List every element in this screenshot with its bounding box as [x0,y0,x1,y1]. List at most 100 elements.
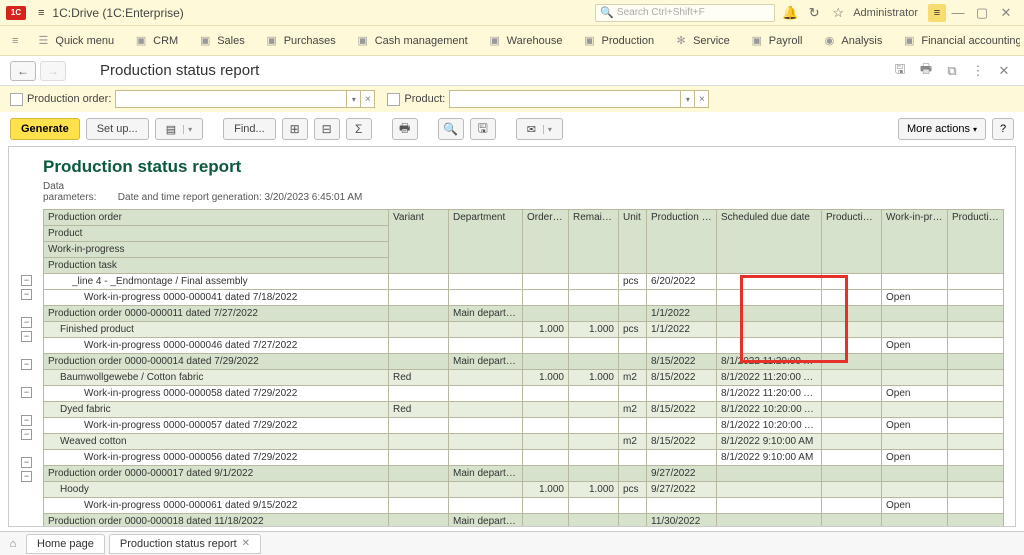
star-icon[interactable]: ☆ [829,5,847,21]
table-row[interactable]: Work-in-progress 0000-000056 dated 7/29/… [44,450,1004,466]
outline-toggle[interactable]: − [21,415,32,426]
table-row[interactable]: Work-in-progress 0000-000046 dated 7/27/… [44,338,1004,354]
table-row[interactable]: Baumwollgewebe / Cotton fabricRed1.0001.… [44,370,1004,386]
bell-icon[interactable]: 🔔 [781,5,799,21]
outline-toggle[interactable]: − [21,387,32,398]
maximize-button[interactable]: ▢ [970,5,994,21]
save-icon[interactable]: 🖫 [890,60,910,82]
col-po-due: Production order due date [647,210,717,274]
variants-icon: ▤ [166,123,176,136]
menu-item-crm[interactable]: ▣CRM [124,30,188,52]
minimize-button[interactable]: — [946,5,970,20]
menu-item-purchases[interactable]: ▣Purchases [255,30,346,52]
menu-icon: ☰ [36,34,50,48]
col-task-due: Production task due date [822,210,882,274]
generate-button[interactable]: Generate [10,118,80,140]
col-production-order: Production order [44,210,389,226]
user-label[interactable]: Administrator [847,7,924,19]
menu-icon: ▣ [356,34,370,48]
kebab-icon[interactable]: ⋮ [968,63,988,79]
app-title: 1C:Drive (1C:Enterprise) [52,6,183,20]
tab-close-icon[interactable]: ✕ [242,538,250,549]
production-order-filter[interactable]: ▾× [115,90,375,108]
sum-button[interactable]: Σ [346,118,372,140]
table-row[interactable]: Production order 0000-000011 dated 7/27/… [44,306,1004,322]
close-button[interactable]: ✕ [994,5,1018,21]
outline-toggle[interactable]: − [21,317,32,328]
table-row[interactable]: _line 4 - _Endmontage / Final assemblypc… [44,274,1004,290]
menu-item-payroll[interactable]: ▣Payroll [740,30,813,52]
menu-item-service[interactable]: ✻Service [664,30,740,52]
menu-item-production[interactable]: ▣Production [573,30,665,52]
variants-button[interactable]: ▤▾ [155,118,203,140]
menu-item-sales[interactable]: ▣Sales [188,30,255,52]
table-row[interactable]: Production order 0000-000018 dated 11/18… [44,514,1004,528]
hamburger-icon[interactable]: ≡ [38,7,44,19]
production-order-filter-label: Production order: [27,93,111,105]
page-close-icon[interactable]: ✕ [994,63,1014,79]
menu-item-financial-accounting[interactable]: ▣Financial accounting [892,30,1020,52]
outline-toggle[interactable]: − [21,275,32,286]
more-actions-button[interactable]: More actions▾ [898,118,986,140]
print-button[interactable]: 🖶 [392,118,418,140]
home-icon[interactable]: ⌂ [6,538,20,550]
menu-label: Service [693,35,730,47]
table-row[interactable]: Work-in-progress 0000-000061 dated 9/15/… [44,498,1004,514]
outline-col: − − − − − − − − − − [21,151,43,527]
product-checkbox[interactable] [387,93,400,106]
dropdown-icon[interactable]: ▾ [680,91,694,107]
table-row[interactable]: Dyed fabricRedm28/15/20228/1/2022 10:20:… [44,402,1004,418]
table-row[interactable]: Work-in-progress 0000-000058 dated 7/29/… [44,386,1004,402]
back-button[interactable]: ← [10,61,36,81]
menu-item-quick-menu[interactable]: ☰Quick menu [26,30,124,52]
dropdown-icon[interactable]: ▾ [346,91,360,107]
help-button[interactable]: ? [992,118,1014,140]
save-report-button[interactable]: 🖫 [470,118,496,140]
outline-toggle[interactable]: − [21,429,32,440]
outline-toggle[interactable]: − [21,471,32,482]
setup-button[interactable]: Set up... [86,118,149,140]
search-box[interactable]: 🔍 [595,4,775,22]
link-icon[interactable]: ⧉ [942,63,962,79]
main-menu: ≡ ☰Quick menu▣CRM▣Sales▣Purchases▣Cash m… [0,26,1024,56]
table-row[interactable]: Hoody1.0001.000pcs9/27/2022 [44,482,1004,498]
menu-icon: ▣ [583,34,597,48]
filter-bar: Production order: ▾× Product: ▾× [0,86,1024,112]
table-row[interactable]: Finished product1.0001.000pcs1/1/2022 [44,322,1004,338]
outline-toggle[interactable]: − [21,331,32,342]
preview-button[interactable]: 🔍 [438,118,464,140]
production-order-checkbox[interactable] [10,93,23,106]
product-filter[interactable]: ▾× [449,90,709,108]
outline-toggle[interactable]: − [21,359,32,370]
search-input[interactable] [617,7,770,18]
nav-row: ← → Production status report 🖫 🖶 ⧉ ⋮ ✕ [0,56,1024,86]
menu-label: CRM [153,35,178,47]
print-icon[interactable]: 🖶 [916,60,936,82]
col-wip: Work-in-progress [44,242,389,258]
clear-icon[interactable]: × [360,91,374,107]
table-row[interactable]: Production order 0000-000014 dated 7/29/… [44,354,1004,370]
table-row[interactable]: Work-in-progress 0000-000041 dated 7/18/… [44,290,1004,306]
table-row[interactable]: Weaved cottonm28/15/20228/1/2022 9:10:00… [44,434,1004,450]
page-title: Production status report [100,62,259,79]
table-row[interactable]: Work-in-progress 0000-000057 dated 7/29/… [44,418,1004,434]
menu-item-warehouse[interactable]: ▣Warehouse [478,30,573,52]
forward-button[interactable]: → [40,61,66,81]
outline-toggle[interactable]: − [21,457,32,468]
history-icon[interactable]: ↻ [805,5,823,21]
titlebar: 1C ≡ 1C:Drive (1C:Enterprise) 🔍 🔔 ↻ ☆ Ad… [0,0,1024,26]
menu-item-analysis[interactable]: ◉Analysis [812,30,892,52]
collapse-button[interactable]: ⊟ [314,118,340,140]
highlight-toggle[interactable]: ≡ [928,4,946,22]
find-button[interactable]: Find... [223,118,276,140]
menu-item-cash-management[interactable]: ▣Cash management [346,30,478,52]
tab-home[interactable]: Home page [26,534,105,554]
menu-burger[interactable]: ≡ [4,31,26,51]
outline-toggle[interactable]: − [21,289,32,300]
email-button[interactable]: ✉▾ [516,118,563,140]
table-row[interactable]: Production order 0000-000017 dated 9/1/2… [44,466,1004,482]
expand-button[interactable]: ⊞ [282,118,308,140]
clear-icon[interactable]: × [694,91,708,107]
report-area[interactable]: −−−−−−−−−− Production status report Data… [8,146,1016,527]
tab-report[interactable]: Production status report✕ [109,534,261,554]
